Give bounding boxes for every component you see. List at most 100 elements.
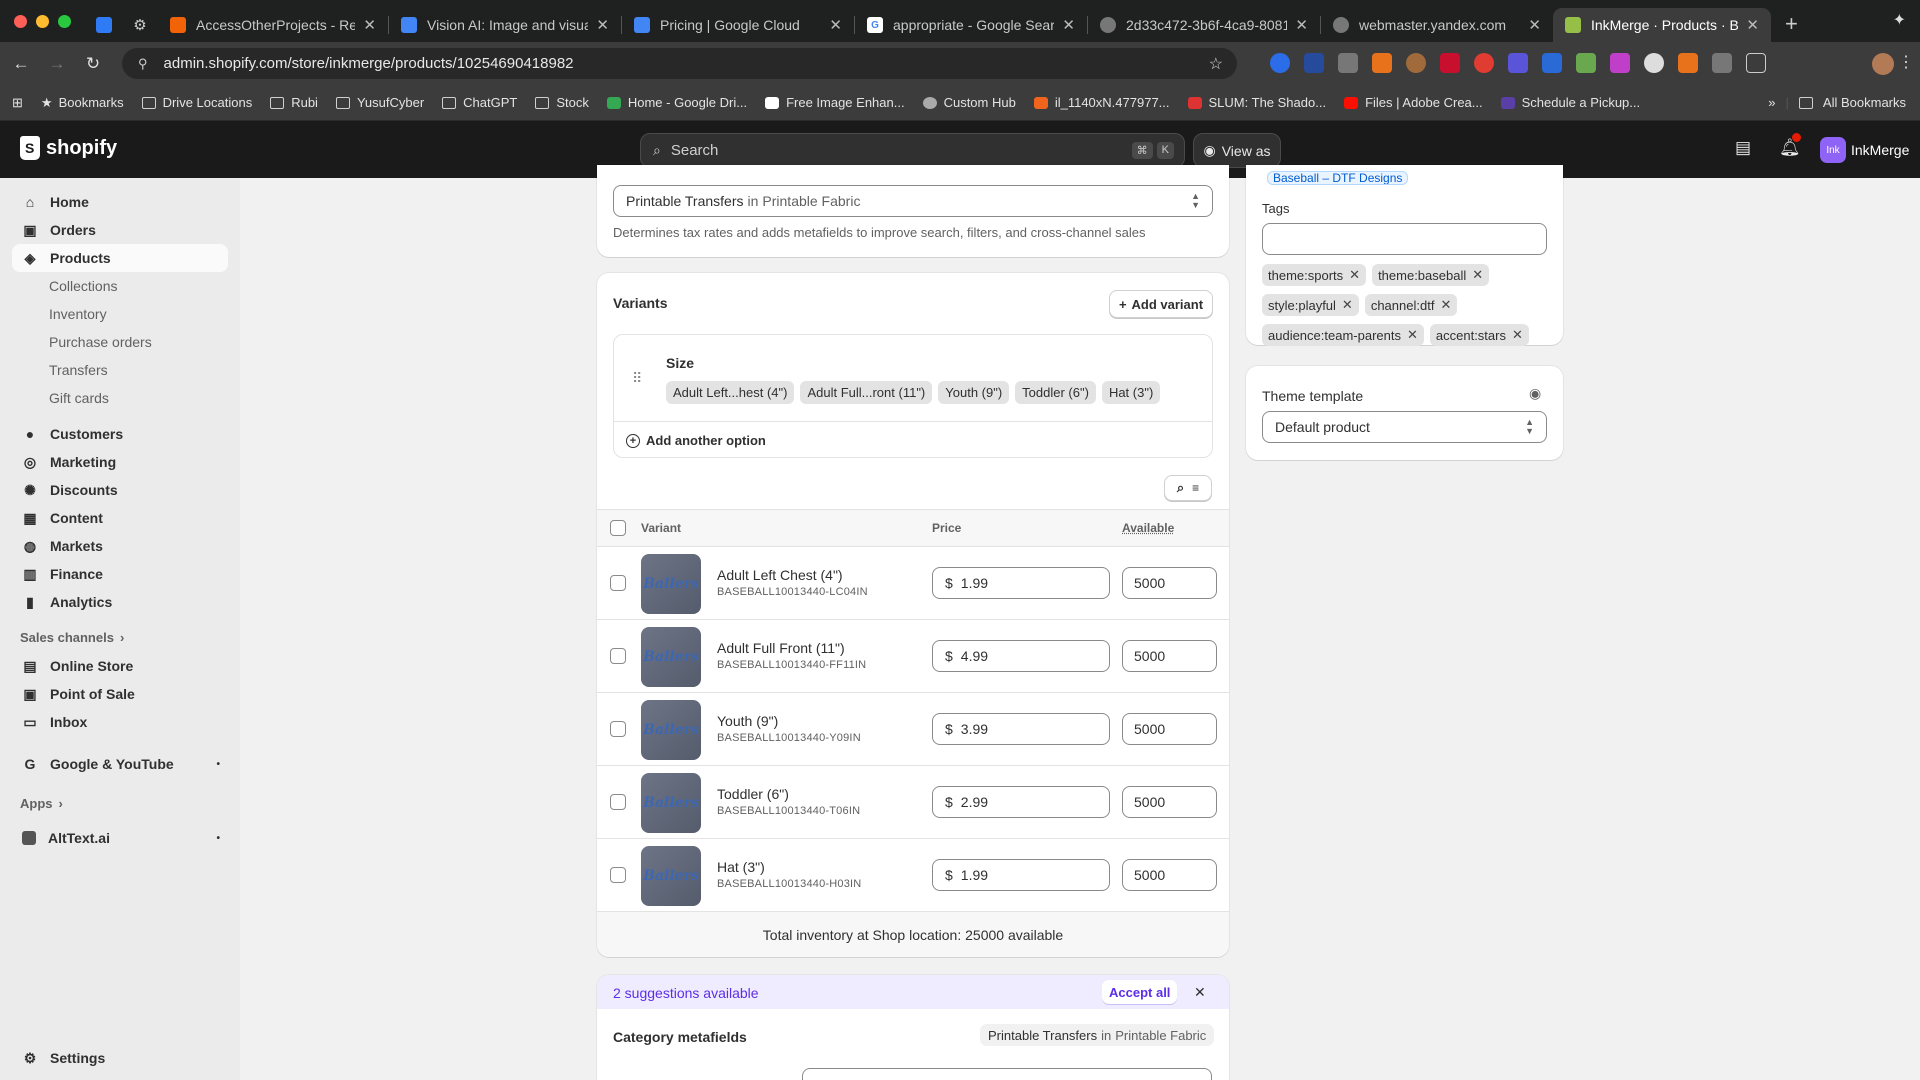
bookmark-item[interactable]: YusufCyber (335, 95, 424, 110)
extension-icon[interactable] (1678, 53, 1698, 73)
reload-icon[interactable]: ↻ (78, 54, 108, 74)
tab-replit[interactable]: AccessOtherProjects - Repl ✕ (158, 8, 388, 42)
close-tab-icon[interactable]: ✕ (1295, 16, 1308, 34)
sidebar-item-pos[interactable]: ▣ Point of Sale (12, 680, 228, 708)
row-checkbox[interactable] (610, 648, 626, 664)
close-window-button[interactable] (14, 14, 27, 28)
bookmark-item[interactable]: Rubi (270, 95, 318, 110)
option-value-chip[interactable]: Adult Full...ront (11") (800, 381, 933, 404)
tab-yandex[interactable]: webmaster.yandex.com ✕ (1321, 8, 1553, 42)
search-filter-button[interactable]: ⌕ ≡ (1164, 475, 1212, 501)
pinned-tab-gem[interactable] (88, 8, 122, 42)
variant-row[interactable]: Ballers Youth (9") BASEBALL10013440-Y09I… (597, 692, 1229, 765)
sidebar-item-home[interactable]: ⌂ Home (12, 188, 228, 216)
pinned-tab-settings[interactable]: ⚙ (122, 8, 158, 42)
drag-handle-icon[interactable]: ⠿ (632, 370, 642, 387)
store-name[interactable]: InkMerge (1851, 142, 1909, 158)
remove-tag-icon[interactable]: ✕ (1472, 267, 1483, 283)
variant-row[interactable]: Ballers Hat (3") BASEBALL10013440-H03IN … (597, 838, 1229, 911)
sidebar-item-marketing[interactable]: ◎ Marketing (12, 448, 228, 476)
price-input[interactable]: $1.99 (932, 567, 1110, 599)
back-icon[interactable]: ← (6, 54, 36, 74)
option-value-chip[interactable]: Toddler (6") (1015, 381, 1096, 404)
menu-icon[interactable]: ⋮ (1898, 52, 1914, 72)
variant-row[interactable]: Ballers Toddler (6") BASEBALL10013440-T0… (597, 765, 1229, 838)
address-bar[interactable]: ⚲ admin.shopify.com/store/inkmerge/produ… (122, 48, 1237, 79)
price-input[interactable]: $3.99 (932, 713, 1110, 745)
sidebar-sub-gift-cards[interactable]: Gift cards (12, 384, 228, 412)
bookmark-item[interactable]: Custom Hub (922, 95, 1016, 110)
remove-tag-icon[interactable]: ✕ (1349, 267, 1360, 283)
remove-tag-icon[interactable]: ✕ (1440, 297, 1451, 313)
available-input[interactable]: 5000 (1122, 859, 1217, 891)
variant-thumbnail[interactable]: Ballers (641, 627, 701, 687)
price-input[interactable]: $2.99 (932, 786, 1110, 818)
category-select[interactable]: Printable Transfers in Printable Fabric … (613, 185, 1213, 217)
sidebar-item-finance[interactable]: ▥ Finance (12, 560, 228, 588)
extension-icon[interactable] (1372, 53, 1392, 73)
accept-all-button[interactable]: Accept all (1102, 980, 1178, 1004)
bookmark-item[interactable]: ChatGPT (442, 95, 517, 110)
tab-uuid[interactable]: 2d33c472-3b6f-4ca9-8081 ✕ (1088, 8, 1320, 42)
tab-google-search[interactable]: Gappropriate - Google Search ✕ (855, 8, 1087, 42)
admin-search-input[interactable]: ⌕ Search ⌘ K (640, 133, 1185, 168)
option-value-chip[interactable]: Adult Left...hest (4") (666, 381, 795, 404)
heart-icon[interactable] (1644, 53, 1664, 73)
extension-icon[interactable] (1610, 53, 1630, 73)
sidebar-item-online-store[interactable]: ▤ Online Store (12, 652, 228, 680)
bookmark-item[interactable]: Free Image Enhan... (765, 95, 905, 110)
option-value-chip[interactable]: Youth (9") (938, 381, 1010, 404)
sidebar-item-customers[interactable]: ● Customers (12, 420, 228, 448)
extension-icon[interactable] (1304, 53, 1324, 73)
sidebar-item-markets[interactable]: ◍ Markets (12, 532, 228, 560)
available-input[interactable]: 5000 (1122, 713, 1217, 745)
bookmark-star-icon[interactable]: ☆ (1209, 54, 1223, 74)
row-checkbox[interactable] (610, 721, 626, 737)
close-tab-icon[interactable]: ✕ (829, 16, 842, 34)
extension-icon[interactable] (1406, 53, 1426, 73)
col-variant[interactable]: Variant (641, 521, 681, 535)
extension-icon[interactable] (1440, 53, 1460, 73)
tags-input[interactable] (1262, 223, 1547, 255)
sidebar-item-analytics[interactable]: ▮ Analytics (12, 588, 228, 616)
col-price[interactable]: Price (932, 521, 961, 535)
profile-avatar[interactable] (1872, 53, 1894, 75)
shopify-logo[interactable]: shopify (20, 136, 117, 160)
option-value-chip[interactable]: Hat (3") (1101, 381, 1161, 404)
sales-channels-heading[interactable]: Sales channels › (12, 622, 228, 652)
sidebar-item-discounts[interactable]: ✺ Discounts (12, 476, 228, 504)
forward-icon[interactable]: → (42, 54, 72, 74)
variant-thumbnail[interactable]: Ballers (641, 700, 701, 760)
sidebar-item-products[interactable]: ◈ Products (12, 244, 228, 272)
sidebar-sub-purchase-orders[interactable]: Purchase orders (12, 328, 228, 356)
sidebar-item-inbox[interactable]: ▭ Inbox (12, 708, 228, 736)
all-bookmarks-link[interactable]: All Bookmarks (1823, 95, 1906, 110)
minimize-window-button[interactable] (36, 14, 49, 28)
add-another-option-button[interactable]: + Add another option (626, 433, 766, 448)
close-tab-icon[interactable]: ✕ (596, 16, 609, 34)
bookmark-item[interactable]: Drive Locations (141, 95, 252, 110)
variant-thumbnail[interactable]: Ballers (641, 846, 701, 906)
close-tab-icon[interactable]: ✕ (363, 16, 376, 34)
select-all-checkbox[interactable] (610, 520, 626, 536)
variant-thumbnail[interactable]: Ballers (641, 773, 701, 833)
view-as-button[interactable]: ◉ View as (1193, 133, 1281, 168)
close-tab-icon[interactable]: ✕ (1528, 16, 1541, 34)
close-tab-icon[interactable]: ✕ (1062, 16, 1075, 34)
bookmark-item[interactable]: Files | Adobe Crea... (1344, 95, 1483, 110)
row-checkbox[interactable] (610, 575, 626, 591)
add-variant-button[interactable]: + Add variant (1109, 290, 1213, 318)
new-tab-button[interactable]: + (1785, 11, 1798, 37)
extension-icon[interactable] (1270, 53, 1290, 73)
variant-row[interactable]: Ballers Adult Full Front (11") BASEBALL1… (597, 619, 1229, 692)
variant-thumbnail[interactable]: Ballers (641, 554, 701, 614)
store-avatar[interactable]: Ink (1820, 137, 1846, 163)
dismiss-icon[interactable]: ✕ (1194, 984, 1206, 1001)
apps-heading[interactable]: Apps › (12, 788, 228, 818)
inbox-tray-icon[interactable]: ▤ (1735, 138, 1751, 158)
available-input[interactable]: 5000 (1122, 567, 1217, 599)
sidebar-item-settings[interactable]: ⚙ Settings (12, 1044, 228, 1072)
more-bookmarks-icon[interactable]: » (1768, 95, 1775, 110)
price-input[interactable]: $4.99 (932, 640, 1110, 672)
extension-icon[interactable] (1576, 53, 1596, 73)
